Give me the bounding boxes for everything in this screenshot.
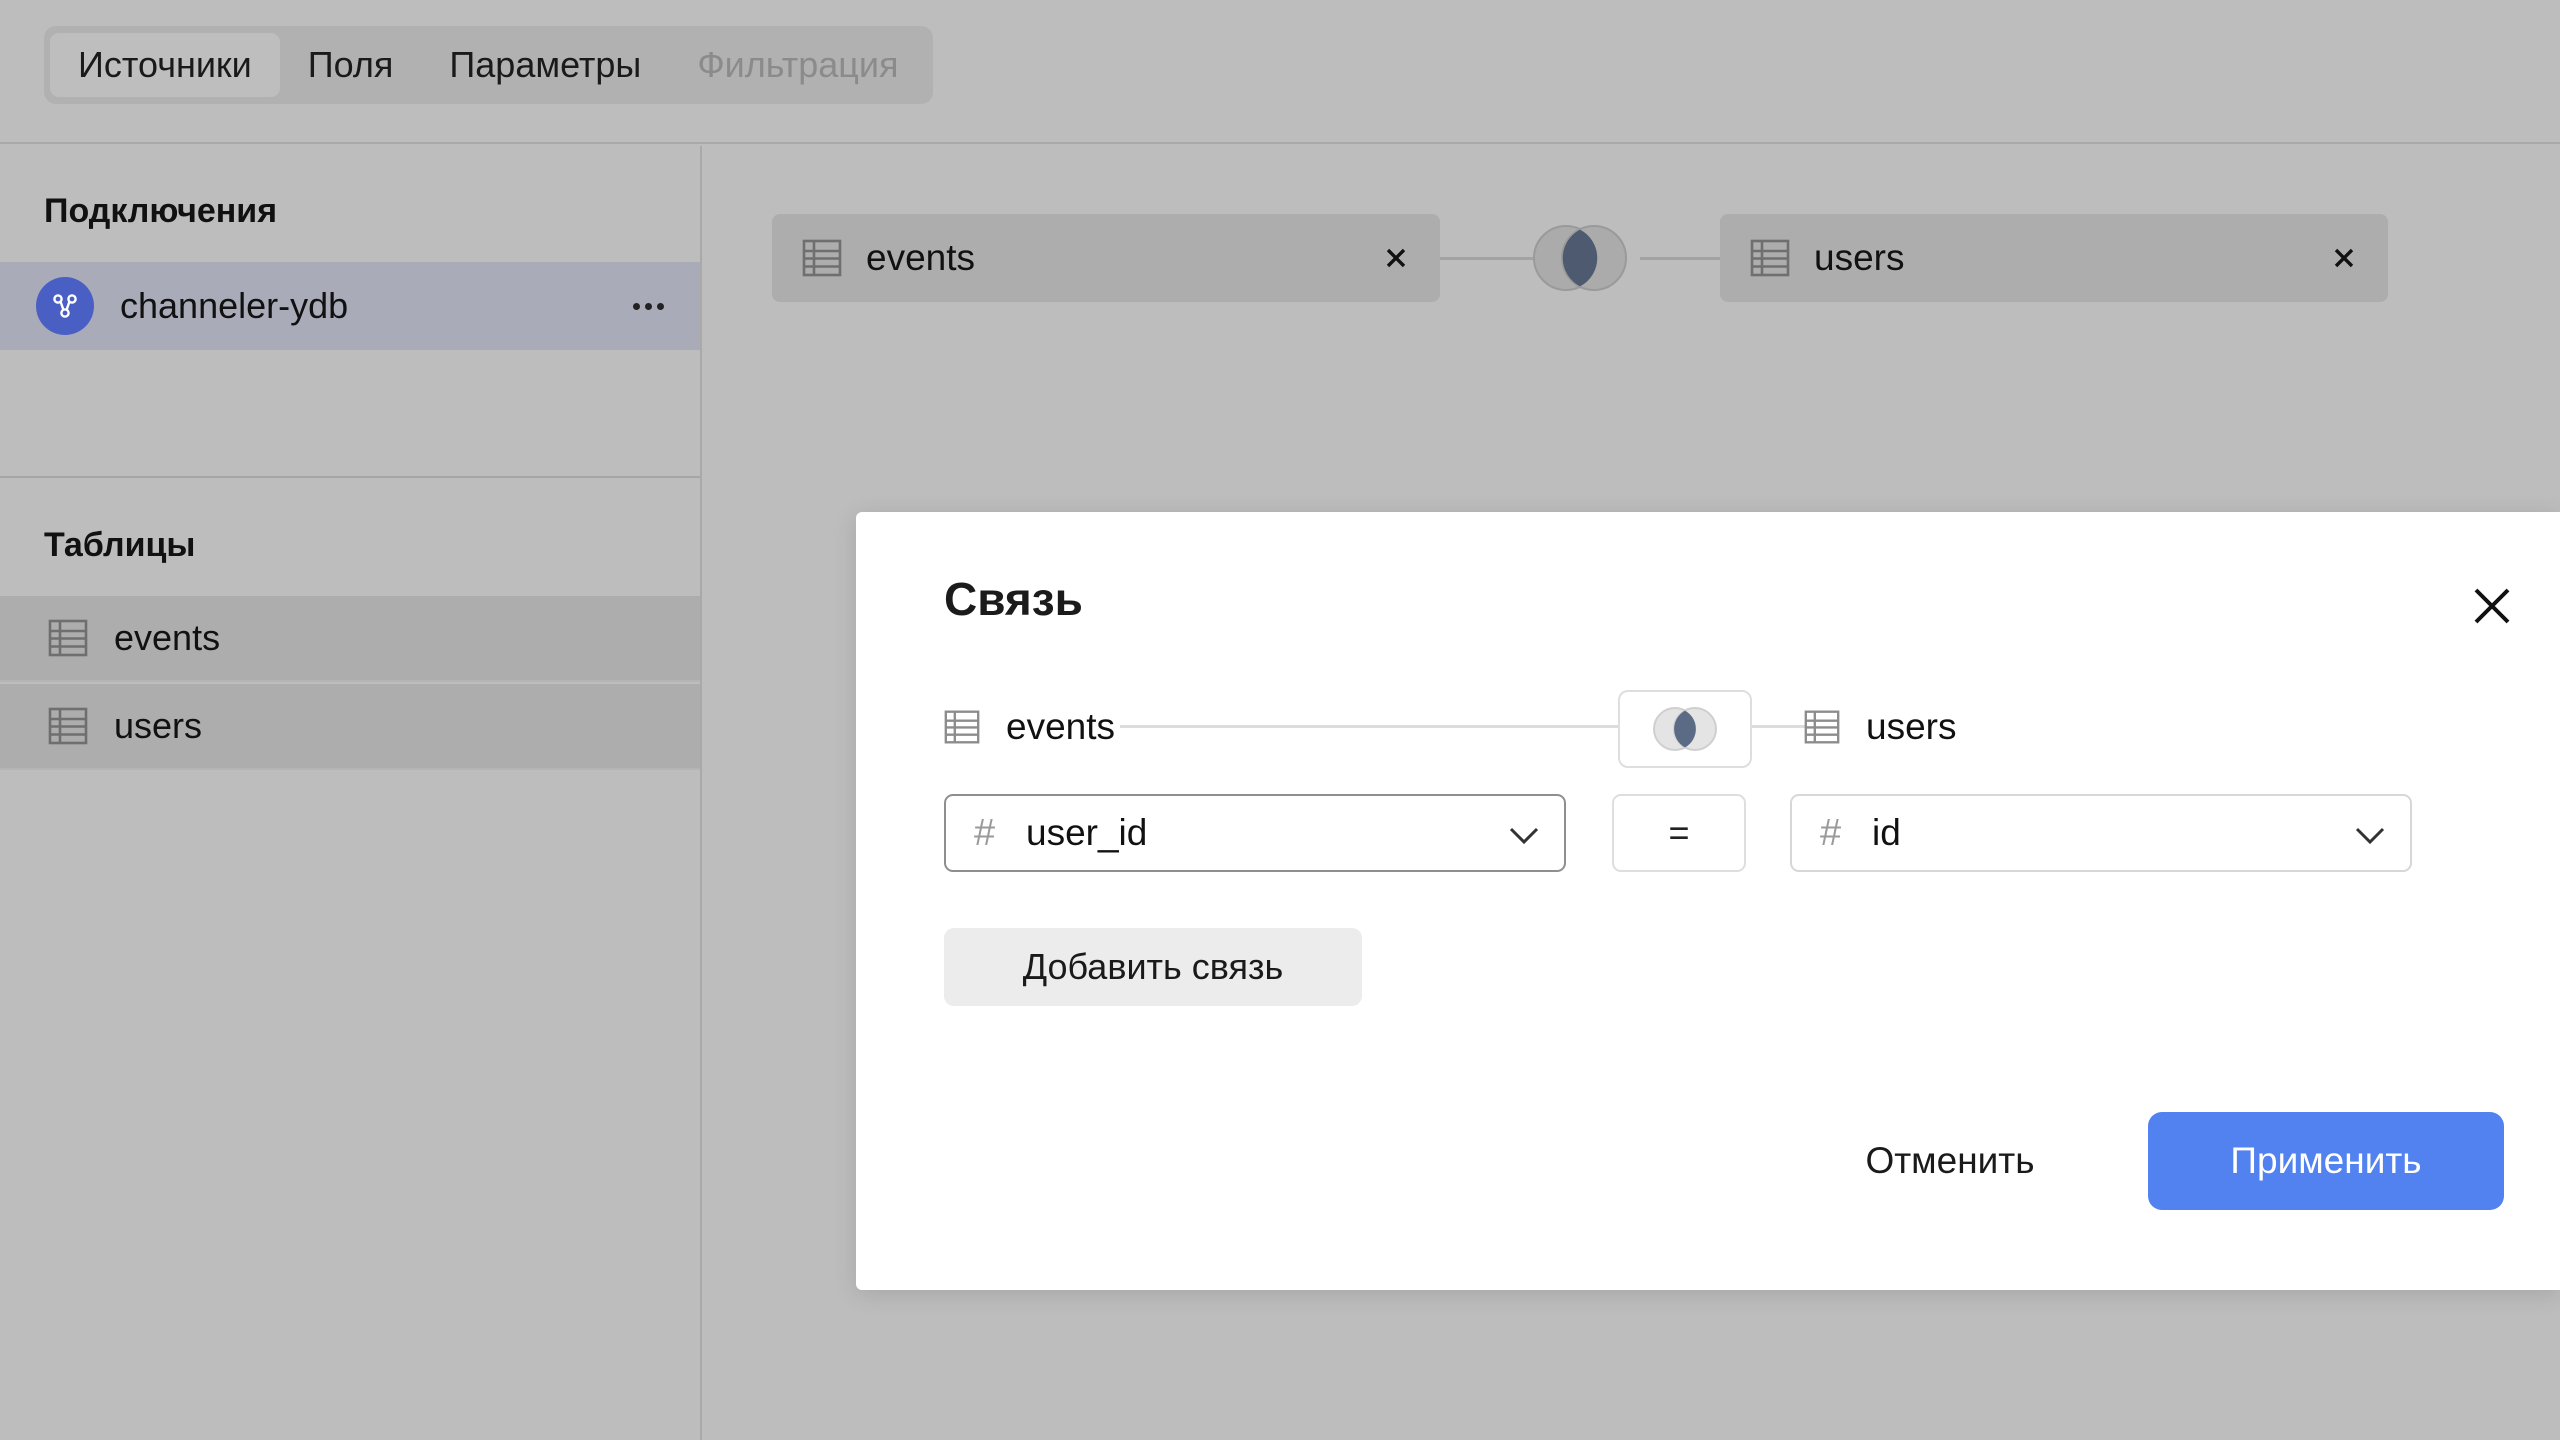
join-line (1752, 725, 1806, 728)
close-icon[interactable] (2462, 576, 2522, 636)
chevron-down-icon (2355, 827, 2385, 845)
join-type-button[interactable] (1618, 690, 1752, 768)
number-field-icon: # (1820, 811, 1842, 854)
sidebar-table-label: users (114, 705, 203, 746)
left-field-select[interactable]: # user_id (944, 794, 1566, 872)
inner-join-icon[interactable] (1520, 222, 1640, 294)
right-table-label: users (1866, 706, 1957, 747)
left-field-value: user_id (1026, 812, 1148, 853)
dialog-title: Связь (944, 573, 1083, 625)
left-table-header: events (944, 692, 1115, 762)
top-bar: Источники Поля Параметры Фильтрация (0, 0, 2560, 144)
chevron-down-icon (1509, 827, 1539, 845)
sidebar-table-users[interactable]: users (0, 684, 700, 770)
source-card-users[interactable]: users (1720, 214, 2388, 302)
add-link-button[interactable]: Добавить связь (944, 928, 1362, 1006)
source-card-label: events (866, 237, 976, 278)
table-icon (48, 619, 88, 657)
source-card-label: users (1814, 237, 1905, 278)
table-icon (1750, 239, 1790, 277)
sidebar-table-events[interactable]: events (0, 596, 700, 682)
tab-fields[interactable]: Поля (280, 33, 422, 97)
join-dialog: Связь events users # user_id = # id Доба… (856, 512, 2560, 1290)
table-icon (944, 710, 980, 744)
tables-heading: Таблицы (44, 526, 196, 564)
number-field-icon: # (974, 811, 996, 854)
app-root: Источники Поля Параметры Фильтрация Подк… (0, 0, 2560, 1440)
join-line (1120, 725, 1620, 728)
sidebar-divider (0, 476, 700, 478)
cancel-button[interactable]: Отменить (1830, 1112, 2070, 1210)
tab-sources[interactable]: Источники (50, 33, 280, 97)
connection-label: channeler-ydb (120, 285, 349, 326)
table-icon (48, 707, 88, 745)
table-icon (1804, 710, 1840, 744)
right-table-header: users (1804, 692, 1956, 762)
connections-heading: Подключения (44, 192, 278, 230)
sidebar: Подключения channeler-ydb Таблицы events (0, 146, 702, 1440)
connector-line (1640, 257, 1724, 260)
source-card-events[interactable]: events (772, 214, 1440, 302)
tab-filtering: Фильтрация (697, 44, 899, 85)
inner-join-icon (1653, 707, 1717, 751)
right-field-value: id (1872, 812, 1901, 853)
tab-parameters[interactable]: Параметры (421, 33, 669, 97)
table-icon (802, 239, 842, 277)
sidebar-table-label: events (114, 617, 221, 658)
database-connection-icon (36, 277, 94, 335)
operator-select[interactable]: = (1612, 794, 1746, 872)
connection-item[interactable]: channeler-ydb (0, 262, 700, 350)
right-field-select[interactable]: # id (1790, 794, 2412, 872)
left-table-label: events (1006, 706, 1116, 747)
close-icon[interactable] (2322, 236, 2366, 280)
close-icon[interactable] (1374, 236, 1418, 280)
more-dots-icon[interactable] (626, 284, 670, 328)
tab-group: Источники Поля Параметры Фильтрация (44, 26, 933, 104)
apply-button[interactable]: Применить (2148, 1112, 2504, 1210)
